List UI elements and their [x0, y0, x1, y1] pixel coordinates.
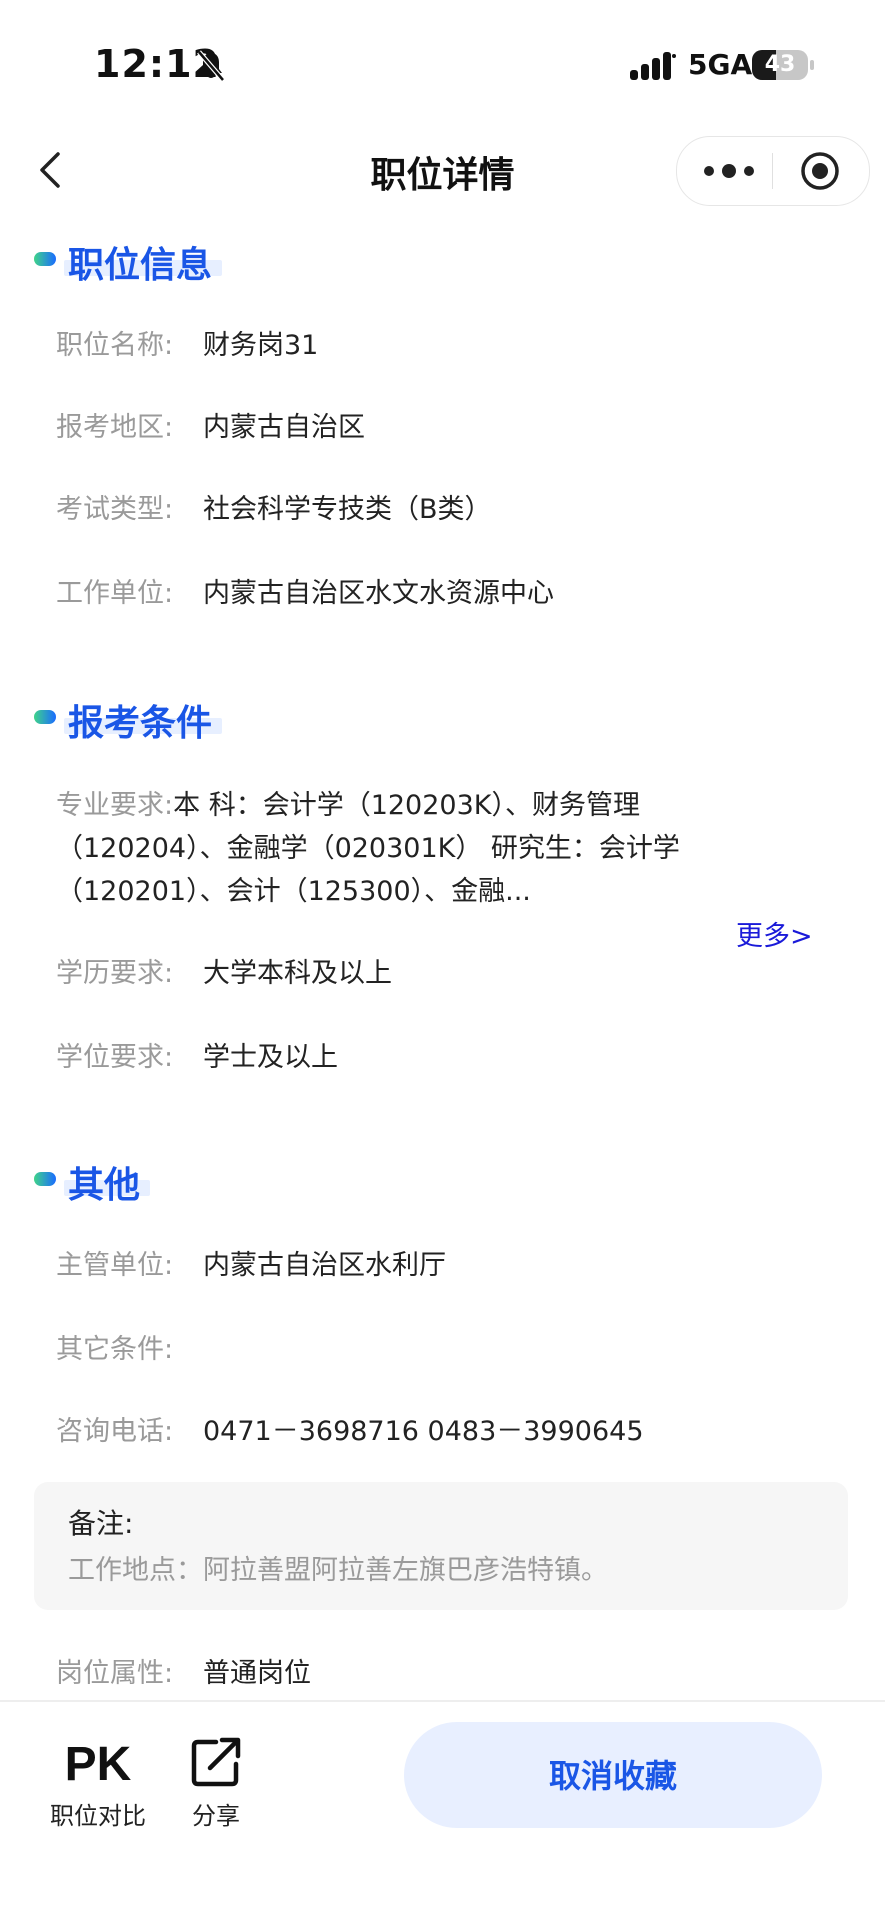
- capsule-divider: [772, 153, 773, 189]
- section-marker-icon: [34, 1172, 56, 1186]
- bell-muted-icon: [197, 50, 225, 82]
- note-box: 备注: 工作地点：阿拉善盟阿拉善左旗巴彦浩特镇。: [34, 1482, 848, 1610]
- share-icon: [191, 1737, 241, 1787]
- section-marker-icon: [34, 252, 56, 266]
- signal-icon: [630, 52, 676, 80]
- network-type: 5GA: [688, 48, 753, 81]
- more-icon[interactable]: [699, 153, 759, 189]
- section-marker-icon: [34, 710, 56, 724]
- share-button[interactable]: 分享: [156, 1732, 276, 1832]
- nav-bar: 职位详情: [0, 130, 885, 210]
- compare-label: 职位对比: [50, 1802, 146, 1830]
- bottom-bar: PK 职位对比 分享 取消收藏: [0, 1700, 885, 1921]
- note-body: 工作地点：阿拉善盟阿拉善左旗巴彦浩特镇。: [68, 1555, 608, 1586]
- more-link[interactable]: 更多>: [736, 914, 813, 953]
- status-bar: 12:12 5GA 43: [0, 0, 885, 120]
- svg-text:PK: PK: [65, 1738, 132, 1788]
- pk-icon: PK: [65, 1738, 132, 1788]
- unfavorite-button[interactable]: 取消收藏: [404, 1722, 822, 1828]
- compare-button[interactable]: PK 职位对比: [38, 1732, 158, 1832]
- major-requirement: 专业要求:本 科：会计学（120203K）、财务管理（120204）、金融学（0…: [56, 790, 680, 907]
- note-title: 备注:: [68, 1507, 134, 1540]
- battery-icon: 43: [752, 50, 814, 80]
- target-icon[interactable]: [799, 150, 841, 192]
- share-label: 分享: [192, 1802, 240, 1830]
- mini-program-capsule: [676, 136, 870, 206]
